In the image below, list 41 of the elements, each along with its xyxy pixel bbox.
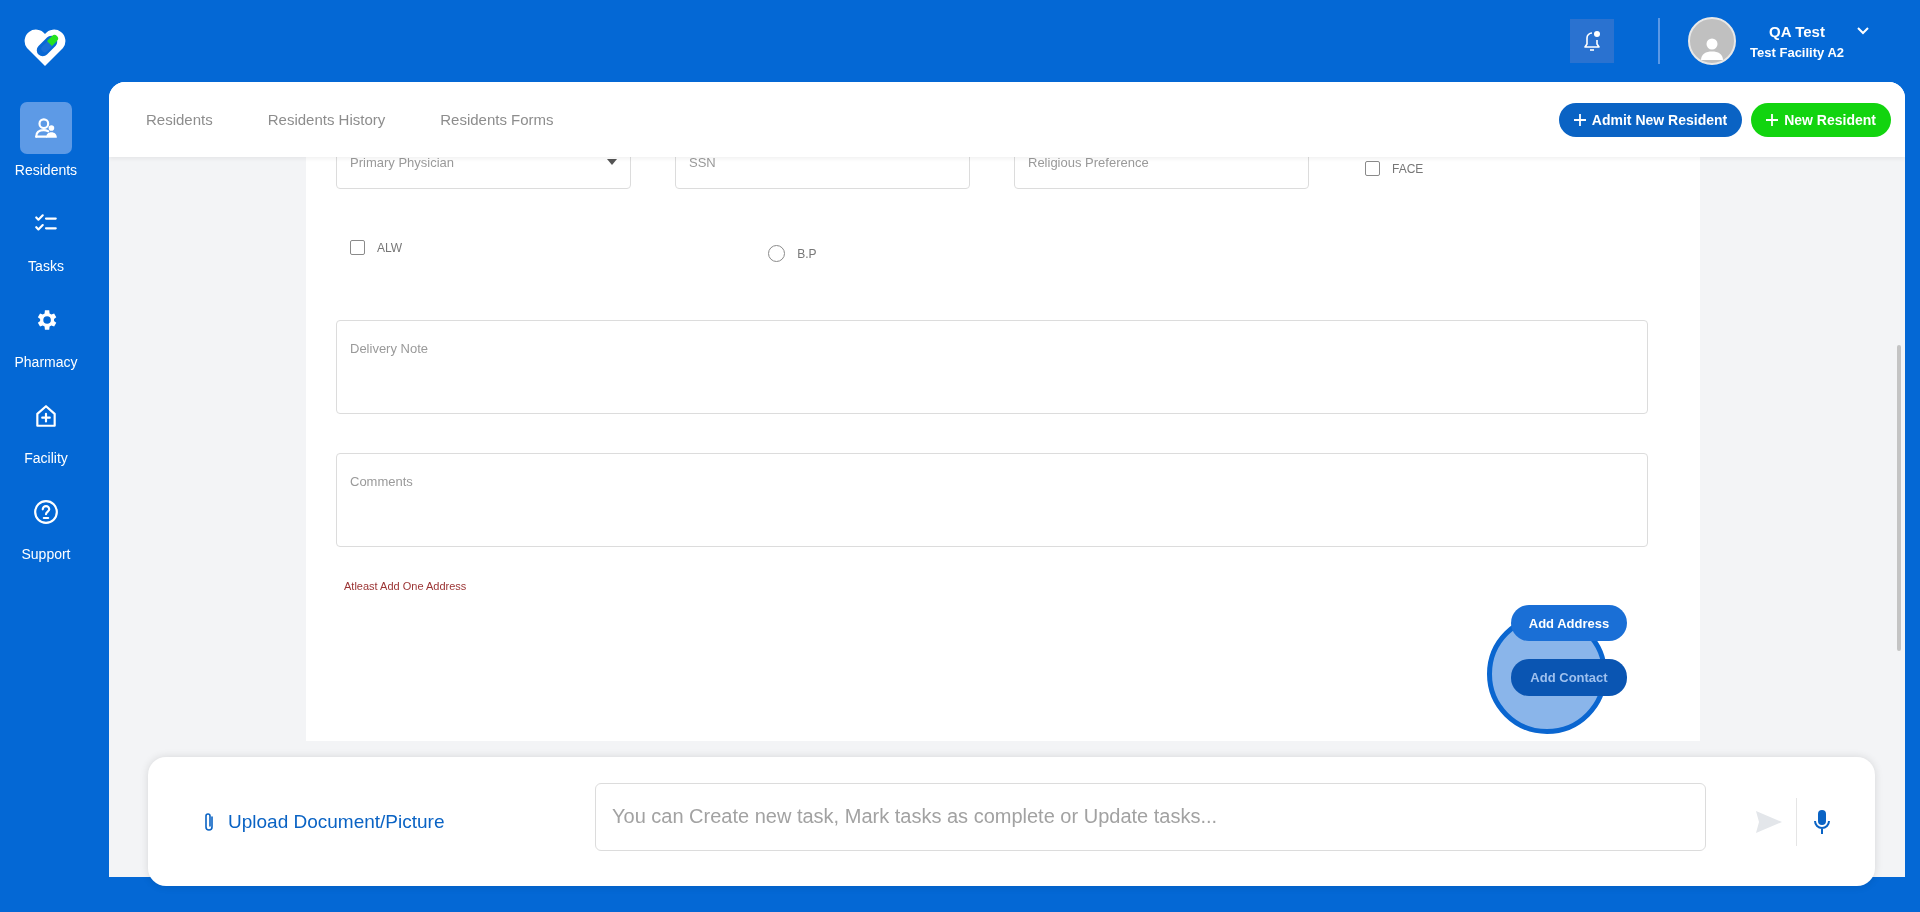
select-field[interactable]: Primary Physician: [336, 157, 631, 189]
error-message: Atleast Add One Address: [344, 580, 468, 592]
nav-label[interactable]: Pharmacy: [14, 354, 78, 370]
task-input[interactable]: You can Create new task, Mark tasks as complete or Update tasks...: [595, 782, 1706, 851]
nav-label[interactable]: Support: [21, 546, 71, 562]
microphone-icon: [1813, 808, 1831, 835]
option-label: B.P: [797, 246, 817, 261]
admit-button[interactable]: Admit New Resident: [1558, 102, 1743, 137]
option-label: FACE: [1392, 161, 1424, 176]
plus-icon: [1766, 113, 1779, 126]
text-area[interactable]: Delivery Note: [336, 320, 1648, 414]
plus-icon: [1573, 113, 1586, 126]
tab[interactable]: Residents History: [267, 111, 386, 128]
option-label: ALW: [377, 240, 403, 255]
facility-name: Test Facility A2: [1750, 44, 1844, 60]
dropdown-icon: [607, 159, 617, 165]
people-icon: [33, 115, 59, 141]
notification-button[interactable]: [1570, 19, 1615, 63]
tab[interactable]: Residents Forms: [440, 111, 554, 128]
form-button[interactable]: Add Address: [1511, 605, 1627, 641]
input-field[interactable]: Religious Preference: [1014, 157, 1309, 189]
form-button[interactable]: Add Contact: [1511, 659, 1627, 696]
question-icon: [33, 499, 59, 525]
checkbox[interactable]: [350, 240, 365, 255]
input-field[interactable]: SSN: [675, 157, 970, 189]
user-name: QA Test: [1769, 22, 1825, 40]
scrollbar-thumb[interactable]: [1897, 345, 1901, 651]
nav-label[interactable]: Facility: [24, 450, 68, 466]
chevron-down-icon: [1856, 26, 1870, 36]
send-icon: [1756, 810, 1782, 833]
nav-button[interactable]: [20, 102, 72, 154]
paperclip-icon: [202, 810, 216, 833]
nav-label[interactable]: Residents: [14, 162, 78, 178]
checkbox[interactable]: [1365, 161, 1380, 176]
upload-link[interactable]: Upload Document/Picture: [202, 810, 595, 833]
nav-label[interactable]: Tasks: [28, 258, 64, 274]
house-plus-icon: [33, 403, 59, 429]
text-area[interactable]: Comments: [336, 453, 1648, 547]
tab[interactable]: Residents: [146, 111, 213, 128]
avatar[interactable]: [1688, 17, 1737, 65]
microphone-button[interactable]: [1813, 808, 1831, 835]
